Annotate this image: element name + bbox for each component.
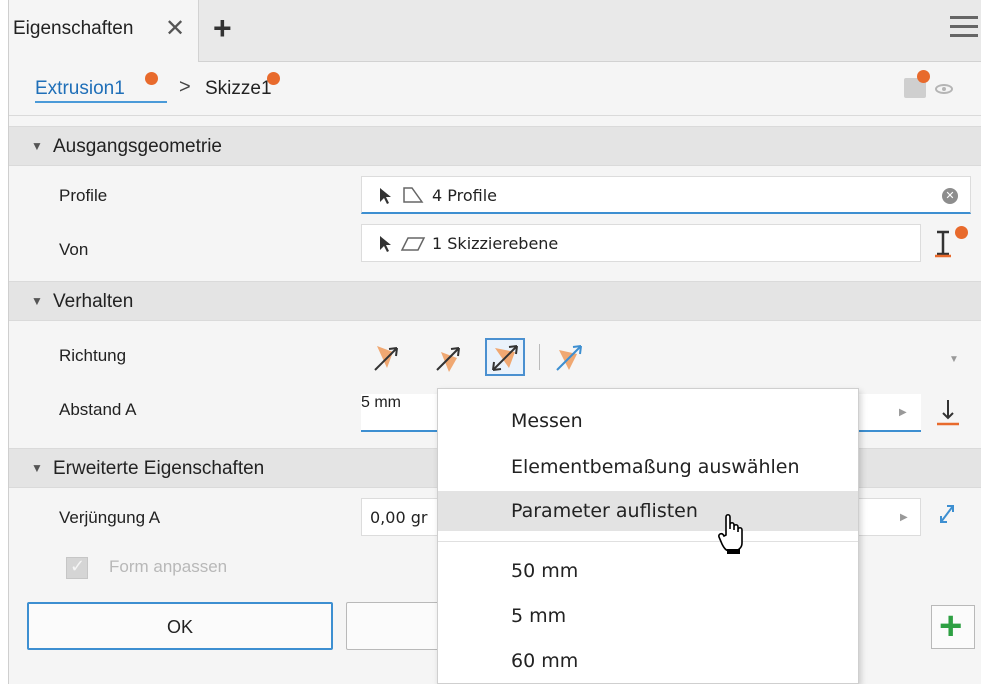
profile-icon — [403, 187, 424, 203]
close-icon[interactable]: ✕ — [165, 14, 185, 43]
select-arrow-icon — [380, 188, 391, 204]
profile-label: Profile — [59, 186, 108, 205]
abstand-dropdown-menu: Messen Elementbemaßung auswählen Paramet… — [437, 388, 859, 684]
von-selector[interactable]: 1 Skizzierebene — [361, 224, 921, 262]
breadcrumb: Extrusion1 > Skizze1 — [9, 62, 981, 116]
form-anpassen-label: Form anpassen — [109, 557, 228, 576]
von-label: Von — [59, 240, 89, 259]
distance-to-icon[interactable] — [935, 396, 961, 428]
verjuengung-label: Verjüngung A — [59, 508, 161, 527]
collapse-triangle-icon: ▼ — [31, 294, 43, 308]
direction-default-button[interactable] — [367, 338, 407, 376]
tab-eigenschaften[interactable]: Eigenschaften ✕ — [9, 0, 199, 62]
menu-value-60mm[interactable]: 60 mm — [438, 641, 858, 681]
chevron-down-icon[interactable]: ▼ — [949, 354, 959, 365]
section-title: Verhalten — [53, 291, 134, 312]
abstand-value: 5 mm — [361, 394, 401, 411]
chevron-right-icon[interactable]: ▶ — [899, 407, 907, 418]
menu-separator — [438, 541, 858, 542]
form-anpassen-checkbox[interactable]: ✓ — [66, 556, 88, 579]
tab-label: Eigenschaften — [13, 18, 134, 39]
von-value: 1 Skizzierebene — [432, 234, 559, 253]
add-button[interactable]: + — [931, 604, 975, 649]
hand-cursor-icon — [718, 513, 743, 554]
direction-icon — [492, 345, 518, 371]
collapse-triangle-icon: ▼ — [31, 461, 43, 475]
chevron-right-icon[interactable]: ▶ — [900, 512, 908, 523]
select-arrow-icon — [380, 236, 391, 252]
richtung-label: Richtung — [59, 346, 127, 365]
ok-button[interactable]: OK — [27, 602, 333, 650]
direction-asymmetric-button[interactable] — [549, 338, 589, 376]
menu-item-parameter-auflisten[interactable]: Parameter auflisten — [438, 491, 858, 531]
menu-icon[interactable] — [950, 16, 978, 40]
add-tab-icon[interactable]: + — [213, 10, 232, 47]
check-icon: ✓ — [70, 556, 86, 576]
collapse-triangle-icon: ▼ — [31, 139, 43, 153]
profile-value: 4 Profile — [432, 186, 498, 205]
breadcrumb-separator: > — [179, 76, 191, 98]
section-ausgangsgeometrie[interactable]: ▼ Ausgangsgeometrie — [9, 126, 981, 166]
direction-icon — [436, 347, 460, 372]
direction-icon — [374, 346, 398, 371]
status-dot-icon — [267, 72, 280, 85]
abstand-label: Abstand A — [59, 400, 137, 419]
direction-icon — [556, 345, 582, 371]
breadcrumb-skizze[interactable]: Skizze1 — [205, 78, 272, 100]
menu-item-elementbemassung[interactable]: Elementbemaßung auswählen — [438, 447, 858, 487]
breadcrumb-extrusion[interactable]: Extrusion1 — [35, 78, 125, 100]
menu-item-messen[interactable]: Messen — [438, 401, 858, 441]
eye-icon[interactable] — [935, 84, 953, 94]
clear-icon[interactable]: ✕ — [942, 188, 958, 204]
menu-value-5mm[interactable]: 5 mm — [438, 596, 858, 636]
profile-selector[interactable]: 4 Profile ✕ — [361, 176, 971, 214]
status-dot-icon — [917, 70, 930, 83]
menu-value-50mm[interactable]: 50 mm — [438, 551, 858, 591]
tab-bar: Eigenschaften ✕ + — [9, 0, 981, 62]
plus-icon: + — [939, 604, 963, 648]
plane-icon — [400, 237, 426, 251]
taper-icon[interactable] — [933, 500, 961, 532]
direction-symmetric-button[interactable] — [485, 338, 525, 376]
status-dot-icon — [955, 226, 968, 239]
verjuengung-value: 0,00 gr — [370, 508, 428, 527]
section-verhalten[interactable]: ▼ Verhalten — [9, 281, 981, 321]
breadcrumb-underline — [35, 101, 167, 103]
section-title: Ausgangsgeometrie — [53, 136, 222, 157]
section-title: Erweiterte Eigenschaften — [53, 458, 265, 479]
direction-flipped-button[interactable] — [427, 338, 467, 376]
divider — [539, 344, 540, 370]
status-dot-icon — [145, 72, 158, 85]
